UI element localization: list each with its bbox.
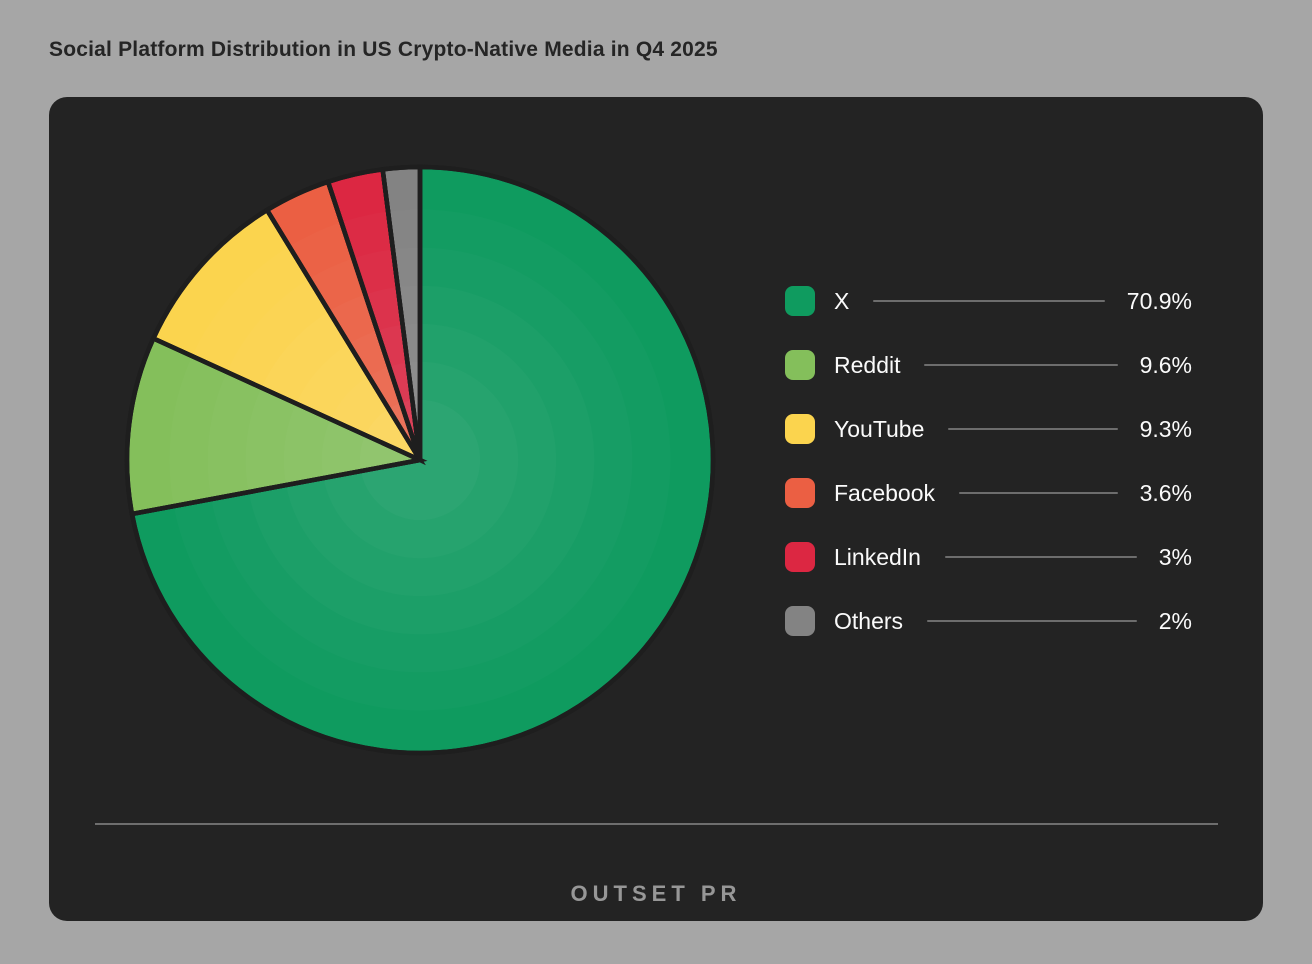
- legend-leader-line: [924, 364, 1117, 366]
- brand-logo: OUTSET PR: [49, 881, 1263, 907]
- page-title: Social Platform Distribution in US Crypt…: [49, 38, 718, 62]
- legend-value: 3.6%: [1140, 480, 1192, 507]
- page-background: { "page": { "title": "Social Platform Di…: [0, 0, 1312, 964]
- legend-leader-line: [945, 556, 1137, 558]
- legend-leader-line: [873, 300, 1104, 302]
- legend-row-youtube[interactable]: YouTube 9.3%: [785, 414, 1192, 444]
- legend-swatch-reddit: [785, 350, 815, 380]
- legend-row-others[interactable]: Others 2%: [785, 606, 1192, 636]
- legend-label: Others: [834, 608, 903, 635]
- footer-divider: [95, 823, 1218, 825]
- legend-row-facebook[interactable]: Facebook 3.6%: [785, 478, 1192, 508]
- legend-swatch-linkedin: [785, 542, 815, 572]
- legend-value: 2%: [1159, 608, 1192, 635]
- legend-label: X: [834, 288, 849, 315]
- legend-leader-line: [959, 492, 1118, 494]
- legend-leader-line: [927, 620, 1137, 622]
- legend-value: 70.9%: [1127, 288, 1192, 315]
- legend-swatch-others: [785, 606, 815, 636]
- legend-swatch-facebook: [785, 478, 815, 508]
- legend-value: 3%: [1159, 544, 1192, 571]
- legend-label: LinkedIn: [834, 544, 921, 571]
- legend-swatch-youtube: [785, 414, 815, 444]
- pie-chart: [122, 162, 718, 758]
- legend-row-reddit[interactable]: Reddit 9.6%: [785, 350, 1192, 380]
- legend-row-linkedin[interactable]: LinkedIn 3%: [785, 542, 1192, 572]
- legend-label: Reddit: [834, 352, 900, 379]
- legend-value: 9.6%: [1140, 352, 1192, 379]
- legend-swatch-x: [785, 286, 815, 316]
- pie-chart-svg: [122, 162, 718, 758]
- legend: X 70.9% Reddit 9.6% YouTube 9.3% Faceboo…: [785, 286, 1192, 636]
- chart-card: X 70.9% Reddit 9.6% YouTube 9.3% Faceboo…: [49, 97, 1263, 921]
- legend-value: 9.3%: [1140, 416, 1192, 443]
- legend-label: Facebook: [834, 480, 935, 507]
- legend-label: YouTube: [834, 416, 924, 443]
- legend-row-x[interactable]: X 70.9%: [785, 286, 1192, 316]
- legend-leader-line: [948, 428, 1117, 430]
